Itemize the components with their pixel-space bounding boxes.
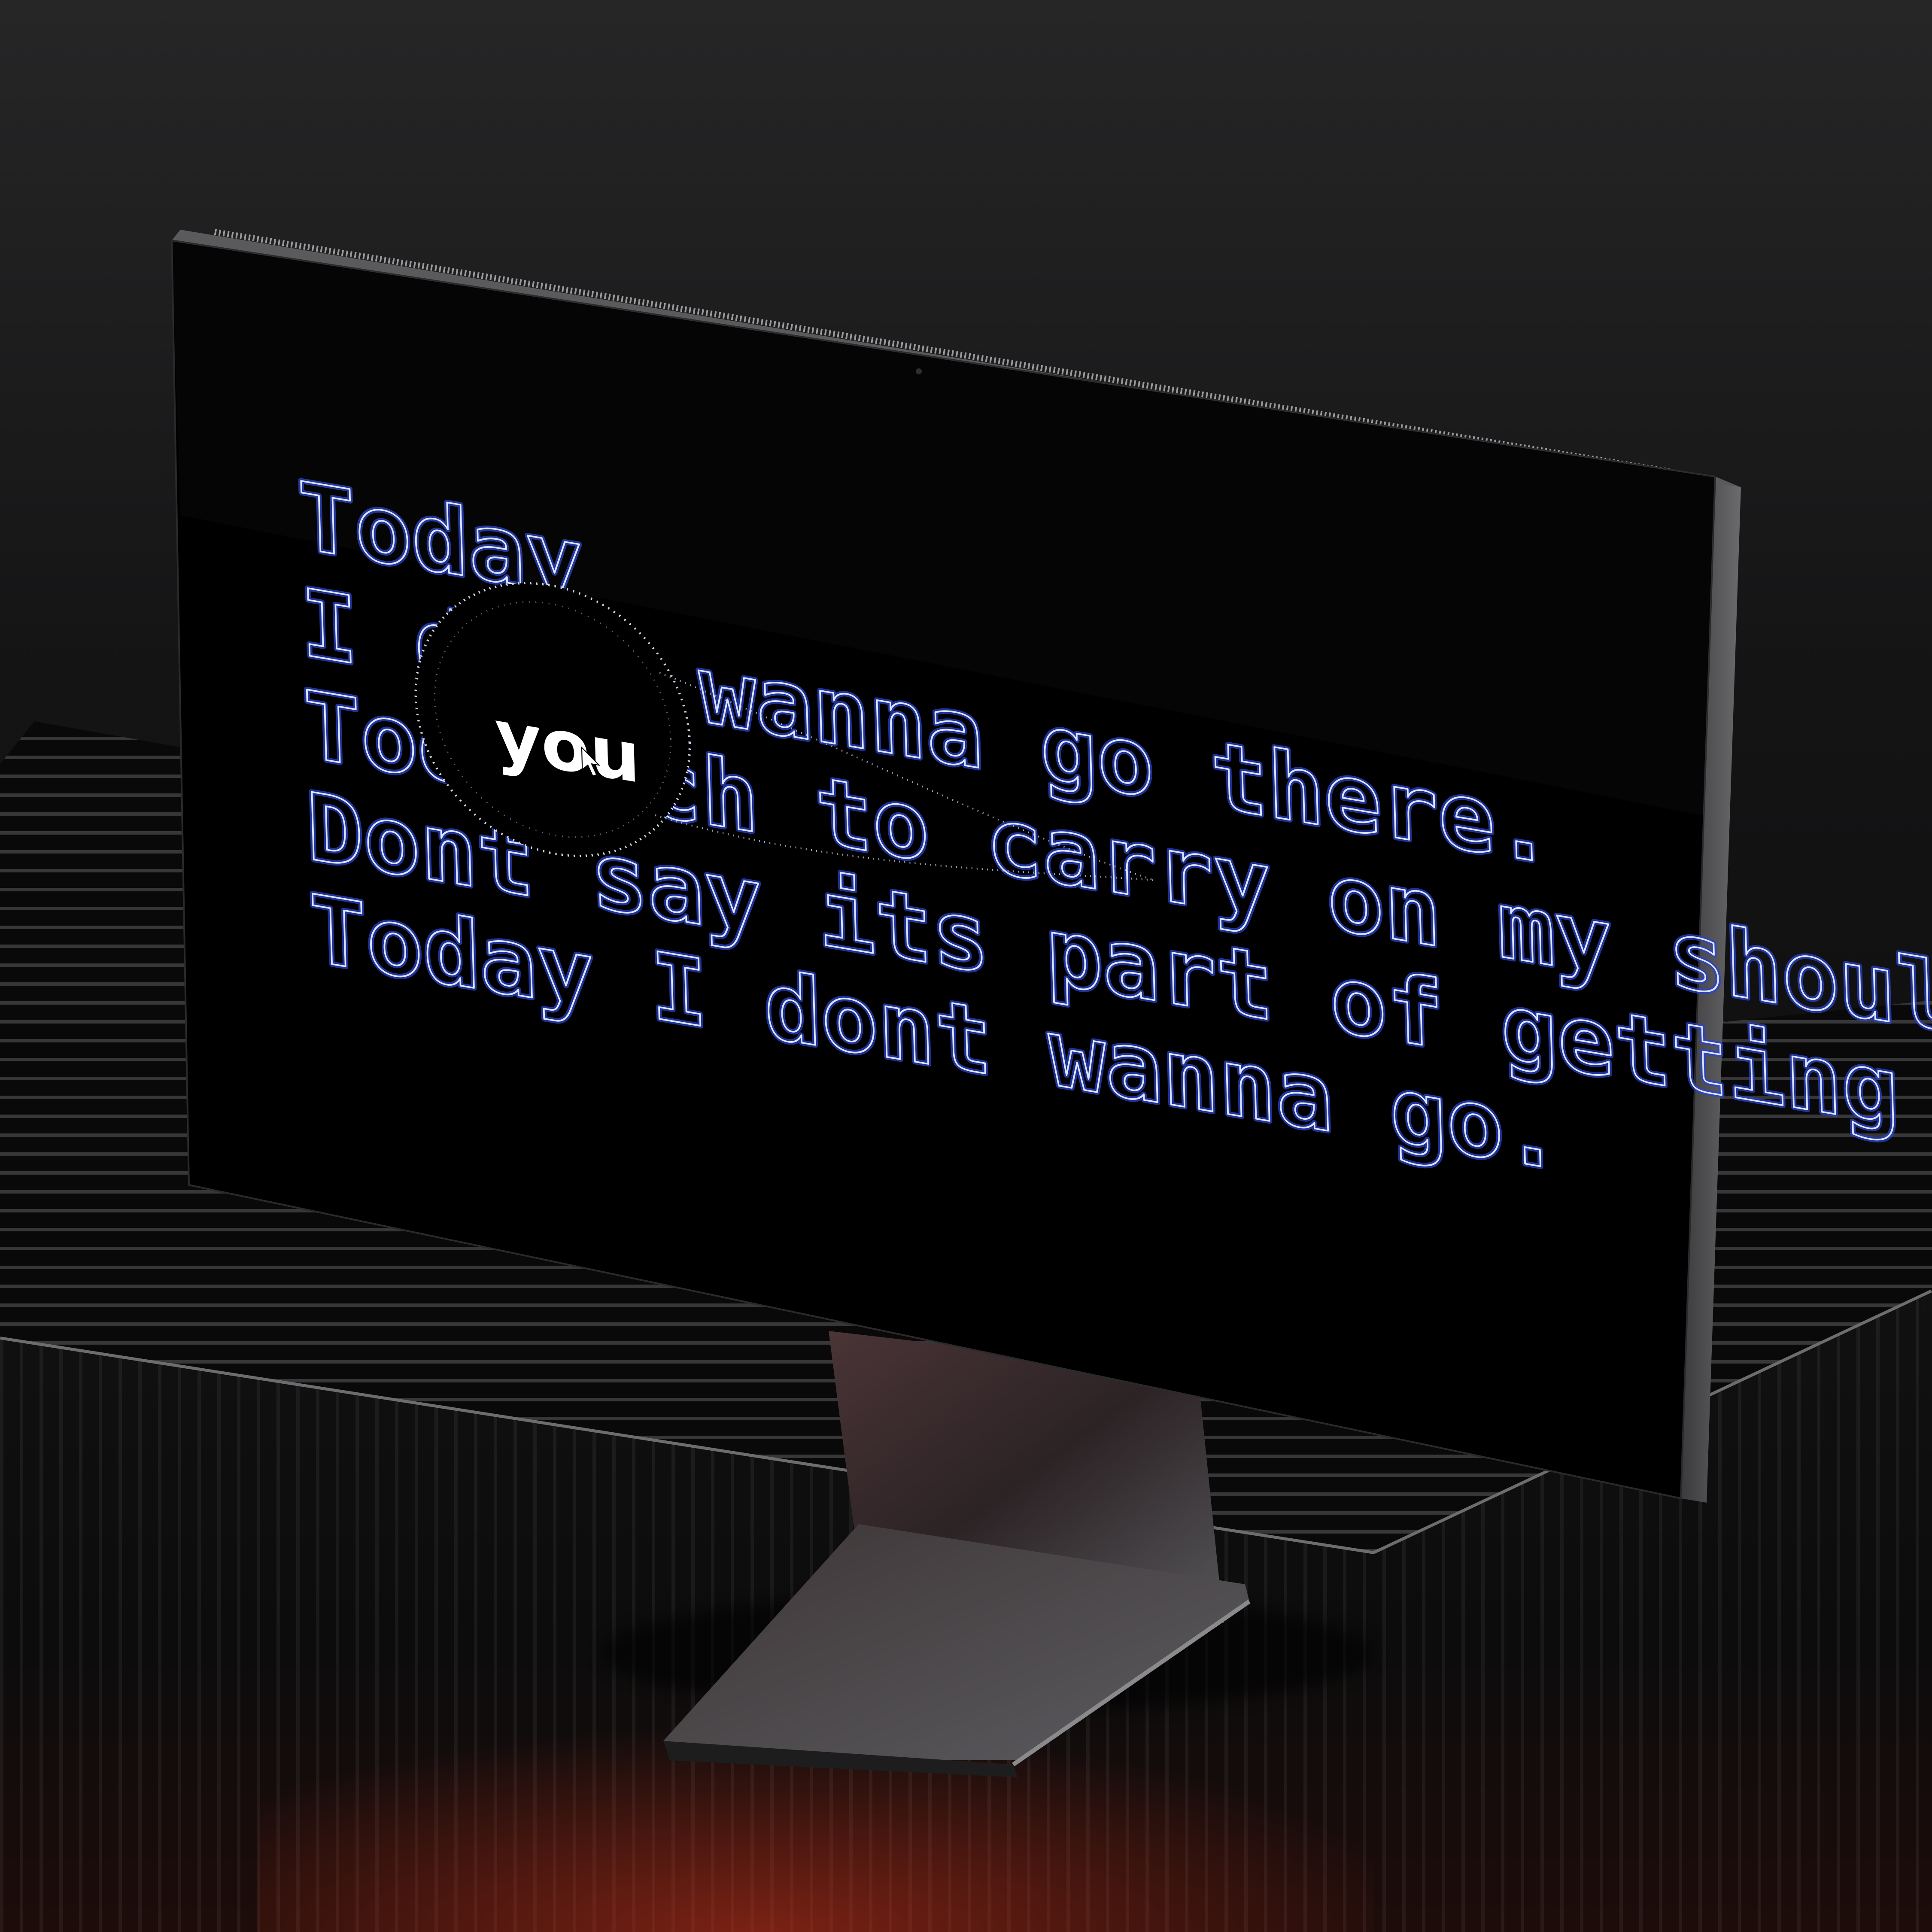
scene: Today I dont wanna go there. Too much to… [0,0,1932,1932]
monitor-scene: Today I dont wanna go there. Too much to… [0,0,1932,1932]
